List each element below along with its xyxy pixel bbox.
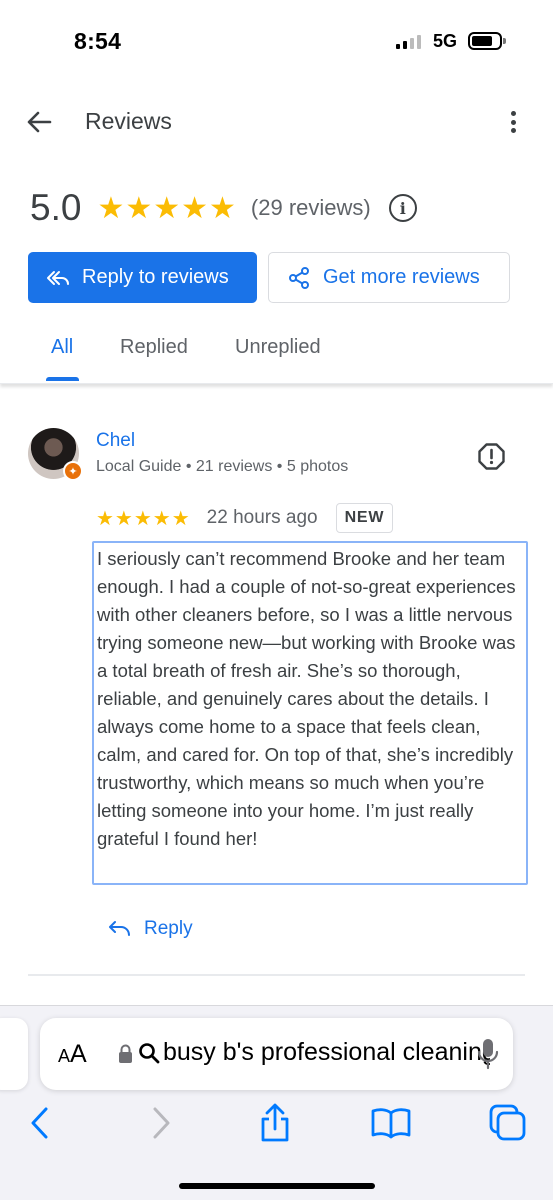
page-title: Reviews <box>85 108 172 134</box>
more-options-icon[interactable] <box>505 107 521 137</box>
address-bar[interactable]: AA busy b's professional cleaning <box>40 1018 513 1090</box>
reviewer-meta: Local Guide • 21 reviews • 5 photos <box>96 458 349 475</box>
get-more-reviews-label: Get more reviews <box>323 266 480 288</box>
home-indicator <box>179 1183 375 1189</box>
bookmarks-icon[interactable] <box>371 1103 411 1143</box>
share-icon <box>287 266 311 290</box>
rating-stars: ★★★★★ <box>97 191 237 225</box>
lock-icon <box>118 1044 133 1064</box>
reviewer-avatar[interactable]: ✦ <box>28 428 83 481</box>
reply-icon <box>109 921 130 936</box>
browser-forward-icon[interactable] <box>141 1103 181 1143</box>
back-arrow-icon[interactable] <box>24 107 54 137</box>
reader-aa-button[interactable]: AA <box>58 1040 87 1069</box>
tab-replied[interactable]: Replied <box>120 336 188 359</box>
review-time: 22 hours ago <box>206 507 318 528</box>
status-time: 8:54 <box>74 28 122 54</box>
reply-all-icon <box>46 266 70 290</box>
report-review-icon[interactable] <box>477 442 506 471</box>
address-text: busy b's professional cleaning <box>163 1038 490 1066</box>
reviewer-name[interactable]: Chel <box>96 430 135 452</box>
network-type: 5G <box>433 31 458 51</box>
status-bar: 8:54 5G <box>0 0 553 80</box>
reply-to-reviews-button[interactable]: Reply to reviews <box>28 252 257 303</box>
reply-button[interactable]: Reply <box>108 918 193 940</box>
microphone-icon[interactable] <box>477 1038 499 1070</box>
tabs-overview-icon[interactable] <box>488 1103 528 1143</box>
get-more-reviews-button[interactable]: Get more reviews <box>268 252 510 303</box>
divider <box>28 974 525 976</box>
review-stars: ★★★★★ <box>96 507 191 530</box>
app-bar: Reviews <box>0 95 553 151</box>
rating-summary: 5.0 ★★★★★ (29 reviews) i <box>30 183 417 233</box>
info-icon[interactable]: i <box>388 194 417 222</box>
browser-toolbar <box>0 1095 553 1147</box>
browser-back-icon[interactable] <box>20 1103 60 1143</box>
review-text[interactable]: I seriously can’t recommend Brooke and h… <box>92 541 528 885</box>
rating-score: 5.0 <box>30 187 82 228</box>
previous-tab-preview[interactable] <box>0 1018 28 1090</box>
battery-icon <box>468 32 506 50</box>
new-badge: NEW <box>335 503 394 533</box>
review-filter-tabs: All Replied Unreplied <box>0 320 553 384</box>
cellular-signal-icon <box>396 35 421 49</box>
tab-all[interactable]: All <box>45 336 80 381</box>
tab-unreplied[interactable]: Unreplied <box>235 336 321 359</box>
reply-to-reviews-label: Reply to reviews <box>82 266 229 288</box>
search-icon <box>138 1042 160 1064</box>
share-sheet-icon[interactable] <box>255 1103 295 1143</box>
local-guide-badge-icon: ✦ <box>63 461 83 481</box>
review-count: (29 reviews) <box>250 195 371 220</box>
review-rating-row: ★★★★★ 22 hours ago NEW <box>96 503 394 533</box>
reply-label: Reply <box>144 918 193 939</box>
